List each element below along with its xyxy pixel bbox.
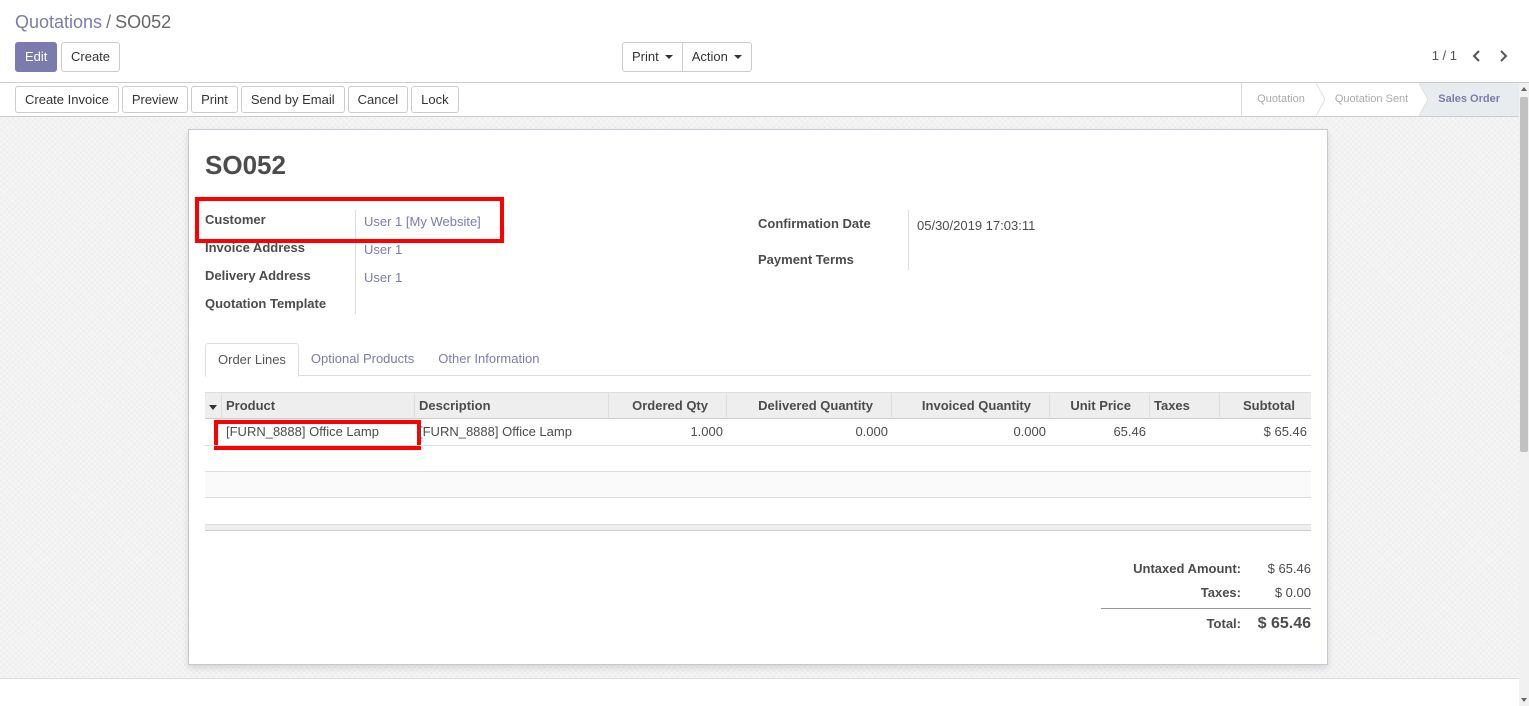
delivery-address-link[interactable]: User 1 <box>364 270 402 285</box>
taxes-row: Taxes: $ 0.00 <box>1101 581 1311 605</box>
statusbar: Create Invoice Preview Print Send by Ema… <box>0 83 1519 117</box>
stage-label: Quotation Sent <box>1334 93 1409 105</box>
column-header-subtotal[interactable]: Subtotal <box>1220 393 1311 419</box>
invoice-address-value[interactable]: User 1 <box>364 242 402 257</box>
cell-ordered-qty[interactable]: 1.000 <box>609 419 727 445</box>
create-button[interactable]: Create <box>61 42 121 72</box>
stage-label: Sales Order <box>1438 93 1500 105</box>
table-footer <box>205 524 1311 531</box>
totals-divider <box>1101 608 1311 609</box>
breadcrumb-current: SO052 <box>115 12 172 32</box>
total-label: Total: <box>1206 616 1241 631</box>
order-lines-table: Product Description Ordered Qty Delivere… <box>205 392 1311 531</box>
breadcrumb: Quotations / SO052 <box>15 12 171 33</box>
edit-button[interactable]: Edit <box>15 42 58 72</box>
print-dropdown-button[interactable]: Print <box>622 42 683 72</box>
scroll-thumb[interactable] <box>1520 97 1528 452</box>
tab-other-information[interactable]: Other Information <box>426 343 551 376</box>
row-handle <box>205 419 222 445</box>
status-buttons: Create Invoice Preview Print Send by Ema… <box>15 86 459 113</box>
breadcrumb-quotations-link[interactable]: Quotations <box>15 12 102 32</box>
untaxed-amount-row: Untaxed Amount: $ 65.46 <box>1101 557 1311 581</box>
total-value: $ 65.46 <box>1257 615 1311 632</box>
order-totals: Untaxed Amount: $ 65.46 Taxes: $ 0.00 To… <box>1101 557 1311 637</box>
stage-pipeline: Quotation Quotation Sent Sales Order <box>1241 83 1519 116</box>
breadcrumb-separator: / <box>106 12 112 32</box>
vertical-scrollbar[interactable] <box>1519 83 1529 706</box>
total-row: Total: $ 65.46 <box>1101 611 1311 637</box>
cell-subtotal[interactable]: $ 65.46 <box>1220 419 1311 445</box>
send-by-email-button[interactable]: Send by Email <box>240 86 345 113</box>
column-header-invoiced-qty[interactable]: Invoiced Quantity <box>892 393 1050 419</box>
table-row[interactable]: [FURN_8888] Office Lamp [FURN_8888] Offi… <box>205 419 1311 446</box>
caret-down-icon <box>209 405 217 410</box>
control-panel: Quotations / SO052 Edit Create Print Actio… <box>0 0 1529 83</box>
column-header-description[interactable]: Description <box>415 393 609 419</box>
form-background: SO052 Customer User 1 [My Website] Invoi… <box>0 117 1519 679</box>
column-header-delivered-qty[interactable]: Delivered Quantity <box>727 393 892 419</box>
notebook-tabs: Order Lines Optional Products Other Info… <box>205 343 1311 377</box>
stage-quotation[interactable]: Quotation <box>1242 83 1325 116</box>
cell-description[interactable]: [FURN_8888] Office Lamp <box>415 419 609 445</box>
stage-arrow-icon <box>1315 83 1325 116</box>
taxes-value: $ 0.00 <box>1274 585 1311 600</box>
column-header-unit-price[interactable]: Unit Price <box>1050 393 1150 419</box>
payment-terms-label: Payment Terms <box>758 252 854 267</box>
cell-delivered-qty[interactable]: 0.000 <box>727 419 892 445</box>
taxes-label: Taxes: <box>1200 585 1241 600</box>
tab-optional-products[interactable]: Optional Products <box>299 343 426 376</box>
empty-table-row <box>205 498 1311 524</box>
column-header-product[interactable]: Product <box>222 393 415 419</box>
sidebar-action-group: Print Action <box>622 42 752 72</box>
column-sort-handle[interactable] <box>205 393 222 419</box>
record-title: SO052 <box>205 150 286 180</box>
quotation-template-label: Quotation Template <box>205 296 327 311</box>
cell-unit-price[interactable]: 65.46 <box>1050 419 1150 445</box>
stage-quotation-sent[interactable]: Quotation Sent <box>1317 83 1429 116</box>
chevron-left-icon[interactable] <box>1471 49 1483 63</box>
untaxed-amount-label: Untaxed Amount: <box>1133 561 1241 576</box>
create-invoice-button[interactable]: Create Invoice <box>15 86 119 113</box>
empty-table-row <box>205 472 1311 498</box>
print-button[interactable]: Print <box>191 86 238 113</box>
print-dropdown-label: Print <box>632 49 659 64</box>
customer-highlight-box <box>195 197 504 243</box>
stage-label: Quotation <box>1257 93 1305 105</box>
invoice-address-link[interactable]: User 1 <box>364 242 402 257</box>
untaxed-amount-value: $ 65.46 <box>1267 561 1311 576</box>
cancel-button[interactable]: Cancel <box>347 86 409 113</box>
cell-taxes[interactable] <box>1150 419 1220 445</box>
column-header-ordered-qty[interactable]: Ordered Qty <box>609 393 727 419</box>
form-sheet: SO052 Customer User 1 [My Website] Invoi… <box>188 129 1328 665</box>
pager-value[interactable]: 1 / 1 <box>1432 48 1457 63</box>
caret-down-icon <box>664 54 673 59</box>
scroll-up-icon[interactable] <box>1521 87 1527 91</box>
stage-sales-order[interactable]: Sales Order <box>1420 83 1519 116</box>
action-dropdown-button[interactable]: Action <box>681 42 752 72</box>
caret-down-icon <box>733 54 742 59</box>
lock-button[interactable]: Lock <box>411 86 459 113</box>
column-header-taxes[interactable]: Taxes <box>1150 393 1220 419</box>
pager: 1 / 1 <box>1432 48 1509 63</box>
delivery-address-label: Delivery Address <box>205 268 311 283</box>
table-header: Product Description Ordered Qty Delivere… <box>205 392 1311 419</box>
scroll-down-icon[interactable] <box>1521 698 1527 702</box>
tab-order-lines[interactable]: Order Lines <box>205 343 299 377</box>
preview-button[interactable]: Preview <box>121 86 189 113</box>
cell-invoiced-qty[interactable]: 0.000 <box>892 419 1050 445</box>
confirmation-date-value: 05/30/2019 17:03:11 <box>917 218 1036 233</box>
field-divider <box>908 210 909 270</box>
action-dropdown-label: Action <box>691 49 728 64</box>
confirmation-date-label: Confirmation Date <box>758 216 871 231</box>
chevron-right-icon[interactable] <box>1497 49 1509 63</box>
empty-table-row <box>205 446 1311 472</box>
cell-product[interactable]: [FURN_8888] Office Lamp <box>222 419 415 445</box>
delivery-address-value[interactable]: User 1 <box>364 270 402 285</box>
stage-arrow-icon <box>1419 83 1429 116</box>
